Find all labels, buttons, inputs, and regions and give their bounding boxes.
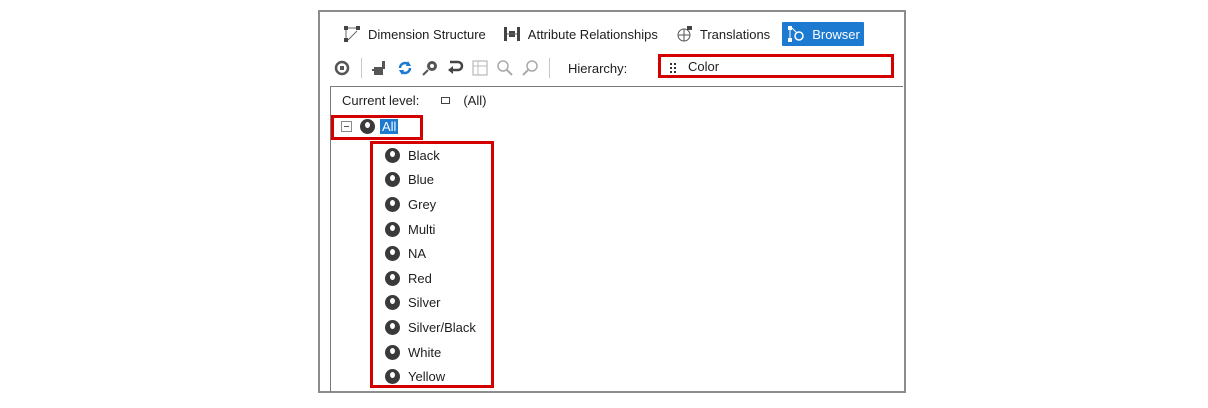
member-label[interactable]: Silver	[408, 295, 441, 310]
attribute-relationships-icon	[502, 24, 522, 44]
toolbar-separator	[361, 58, 362, 78]
member-icon	[385, 319, 400, 335]
member-label[interactable]: White	[408, 345, 441, 360]
member-icon	[385, 221, 400, 237]
hierarchy-value: Color	[688, 58, 720, 74]
dimension-designer-window: Dimension Structure Attribute Relationsh…	[318, 10, 906, 393]
browser-toolbar: Hierarchy:	[332, 56, 635, 80]
hierarchy-grip-icon	[670, 61, 676, 73]
member-icon	[385, 246, 400, 262]
browser-icon	[786, 24, 806, 44]
tree-member[interactable]: Blue	[385, 168, 476, 193]
reconnect-icon[interactable]	[370, 58, 390, 78]
tab-label: Browser	[812, 26, 860, 42]
tree-member[interactable]: Silver/Black	[385, 315, 476, 340]
member-label[interactable]: Silver/Black	[408, 320, 476, 335]
member-icon	[385, 295, 400, 311]
root-label[interactable]: All	[380, 119, 399, 134]
reset-icon[interactable]	[445, 58, 465, 78]
filter-icon[interactable]	[470, 58, 490, 78]
find-icon[interactable]	[520, 58, 540, 78]
tab-browser[interactable]: Browser	[782, 22, 864, 46]
tab-label: Attribute Relationships	[527, 26, 658, 42]
tab-translations[interactable]: Translations	[670, 22, 774, 46]
member-icon	[385, 172, 400, 188]
tab-label: Translations	[699, 26, 771, 42]
tree-member[interactable]: Red	[385, 266, 476, 291]
tree-member[interactable]: Black	[385, 143, 476, 168]
member-list: Black Blue Grey Multi NA Red Silver Silv…	[385, 143, 476, 389]
member-icon	[385, 147, 400, 163]
member-icon	[385, 344, 400, 360]
designer-tabs: Dimension Structure Attribute Relationsh…	[338, 22, 872, 46]
member-label[interactable]: Grey	[408, 197, 436, 212]
member-label[interactable]: Multi	[408, 222, 435, 237]
member-label[interactable]: NA	[408, 246, 426, 261]
tree-member[interactable]: Multi	[385, 217, 476, 242]
collapse-icon[interactable]	[341, 121, 352, 132]
member-label[interactable]: Blue	[408, 172, 434, 187]
tree-root-node[interactable]: All	[341, 119, 399, 134]
hierarchy-dropdown[interactable]: Color	[658, 54, 894, 78]
member-tree: Current level: (All) All Black Blue Grey…	[330, 86, 903, 392]
tree-member[interactable]: Silver	[385, 291, 476, 316]
tab-label: Dimension Structure	[368, 26, 486, 42]
current-level-label: Current level:	[342, 93, 420, 108]
toolbar-separator	[549, 58, 550, 78]
member-icon	[360, 119, 375, 134]
member-icon	[385, 196, 400, 212]
tab-dimension-structure[interactable]: Dimension Structure	[338, 22, 490, 46]
member-label[interactable]: Black	[408, 148, 440, 163]
tree-member[interactable]: White	[385, 340, 476, 365]
tree-member[interactable]: Yellow	[385, 364, 476, 389]
member-icon	[385, 369, 400, 385]
refresh-icon[interactable]	[395, 58, 415, 78]
current-level-value[interactable]: (All)	[463, 93, 486, 108]
translations-icon	[674, 24, 694, 44]
tree-member[interactable]: NA	[385, 241, 476, 266]
tab-attribute-relationships[interactable]: Attribute Relationships	[498, 22, 662, 46]
member-label[interactable]: Red	[408, 271, 432, 286]
current-level: Current level: (All)	[342, 93, 486, 108]
zoom-in-icon[interactable]	[495, 58, 515, 78]
member-icon	[385, 270, 400, 286]
member-properties-icon[interactable]	[420, 58, 440, 78]
member-label[interactable]: Yellow	[408, 369, 445, 384]
dimension-structure-icon	[342, 24, 362, 44]
tree-member[interactable]: Grey	[385, 192, 476, 217]
hierarchy-label: Hierarchy:	[568, 60, 628, 76]
level-icon	[441, 97, 451, 104]
process-icon[interactable]	[332, 58, 352, 78]
